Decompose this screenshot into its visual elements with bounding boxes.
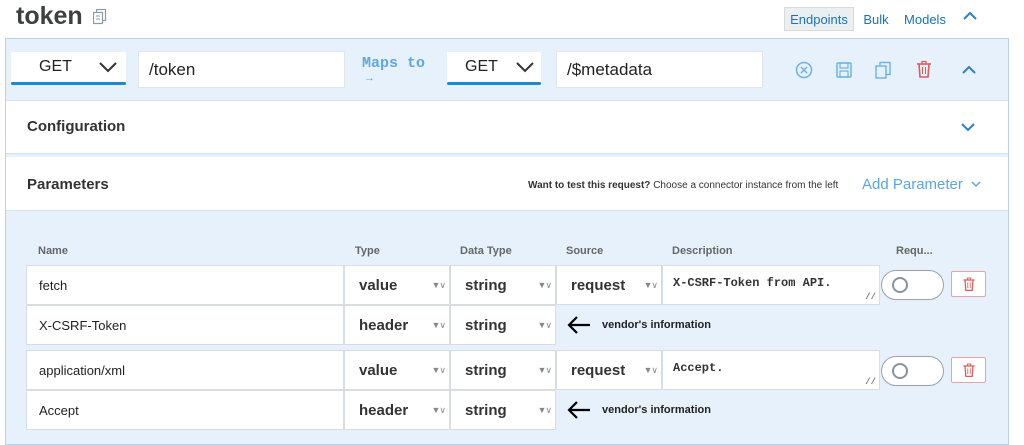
delete-row-button[interactable] [951, 357, 986, 383]
col-header-name: Name [38, 245, 68, 257]
vendor-annotation: vendor's information [602, 319, 711, 331]
chevron-down-icon: ▼∨ [431, 279, 446, 290]
trash-icon [962, 363, 975, 378]
chevron-up-icon[interactable] [960, 6, 980, 26]
chevron-down-icon [516, 62, 534, 73]
source-value: request [571, 276, 626, 294]
data-type-select[interactable]: string ▼∨ [450, 265, 556, 305]
param-name-cell[interactable]: Accept [26, 390, 344, 430]
test-hint-text: Choose a connector instance from the lef… [653, 180, 839, 191]
delete-row-button[interactable] [951, 271, 986, 297]
col-header-description: Description [672, 245, 733, 257]
chevron-down-icon: ▼∨ [537, 404, 552, 415]
toggle-knob [892, 363, 908, 379]
chevron-down-icon: ▼∨ [643, 279, 658, 290]
type-value: header [359, 401, 409, 419]
param-name-cell[interactable]: X-CSRF-Token [26, 305, 344, 345]
data-type-select[interactable]: string ▼∨ [450, 350, 556, 390]
resize-grip-icon[interactable]: // [865, 292, 876, 302]
configuration-section[interactable] [6, 100, 1008, 154]
chevron-down-icon: ▼∨ [431, 319, 446, 330]
resize-grip-icon[interactable]: // [865, 377, 876, 387]
chevron-down-icon [971, 181, 981, 188]
required-toggle[interactable] [881, 270, 944, 300]
trash-icon[interactable] [914, 59, 934, 79]
param-name-cell[interactable]: fetch [26, 265, 344, 305]
test-hint-question: Want to test this request? [528, 180, 651, 191]
data-type-value: string [465, 361, 507, 379]
chevron-down-icon: ▼∨ [537, 279, 552, 290]
target-path-input[interactable]: /$metadata [556, 51, 763, 88]
data-type-select[interactable]: string ▼∨ [450, 390, 556, 430]
toggle-knob [892, 277, 908, 293]
maps-to-label: Maps to [362, 55, 426, 72]
required-toggle[interactable] [881, 356, 944, 386]
chevron-down-icon: ▼∨ [537, 364, 552, 375]
method-select[interactable]: GET [11, 52, 126, 85]
vendor-annotation: vendor's information [602, 404, 711, 416]
type-value: value [359, 361, 398, 379]
parameters-title: Parameters [27, 176, 109, 193]
select-underline [447, 82, 541, 85]
close-circle-icon[interactable] [794, 60, 814, 80]
configuration-title: Configuration [27, 118, 126, 135]
target-method-label: GET [465, 58, 498, 75]
path-input[interactable]: /token [138, 51, 345, 88]
left-arrow-icon [567, 316, 590, 334]
type-value: header [359, 316, 409, 334]
parameters-section [6, 157, 1008, 211]
type-select[interactable]: value ▼∨ [344, 265, 450, 305]
duplicate-icon[interactable] [873, 60, 893, 80]
left-arrow-icon [567, 401, 590, 419]
tab-endpoints[interactable]: Endpoints [784, 7, 854, 31]
save-icon[interactable] [834, 60, 854, 80]
tab-models[interactable]: Models [899, 7, 951, 31]
source-select[interactable]: request ▼∨ [556, 350, 662, 390]
chevron-down-icon: ▼∨ [431, 404, 446, 415]
trash-icon [962, 277, 975, 292]
description-textarea[interactable]: Accept. // [662, 350, 880, 390]
source-value: request [571, 361, 626, 379]
add-parameter-label: Add Parameter [862, 176, 963, 193]
chevron-up-icon[interactable] [959, 60, 979, 80]
description-text: Accept. [673, 361, 724, 375]
select-underline [11, 82, 126, 85]
description-text: X-CSRF-Token from API. [673, 276, 832, 290]
type-select[interactable]: header ▼∨ [344, 390, 450, 430]
chevron-down-icon [99, 62, 117, 73]
chevron-down-icon: ▼∨ [431, 364, 446, 375]
type-select[interactable]: header ▼∨ [344, 305, 450, 345]
chevron-down-icon[interactable] [958, 117, 978, 137]
add-parameter-button[interactable]: Add Parameter [862, 176, 982, 193]
tab-bulk[interactable]: Bulk [858, 7, 894, 31]
data-type-value: string [465, 316, 507, 334]
maps-to-arrow: → [364, 72, 375, 84]
source-select[interactable]: request ▼∨ [556, 265, 662, 305]
copy-icon[interactable] [93, 9, 107, 25]
chevron-down-icon: ▼∨ [643, 364, 658, 375]
col-header-required: Requ... [896, 245, 933, 257]
data-type-value: string [465, 401, 507, 419]
col-header-type: Type [355, 245, 380, 257]
method-label: GET [39, 58, 72, 75]
page-title: token [16, 2, 83, 30]
type-value: value [359, 276, 398, 294]
col-header-source: Source [566, 245, 604, 257]
target-method-select[interactable]: GET [447, 52, 541, 85]
data-type-select[interactable]: string ▼∨ [450, 305, 556, 345]
chevron-down-icon: ▼∨ [537, 319, 552, 330]
type-select[interactable]: value ▼∨ [344, 350, 450, 390]
test-request-hint: Want to test this request? Choose a conn… [528, 180, 838, 191]
col-header-data-type: Data Type [460, 245, 512, 257]
param-name-cell[interactable]: application/xml [26, 350, 344, 390]
data-type-value: string [465, 276, 507, 294]
description-textarea[interactable]: X-CSRF-Token from API. // [662, 265, 880, 305]
